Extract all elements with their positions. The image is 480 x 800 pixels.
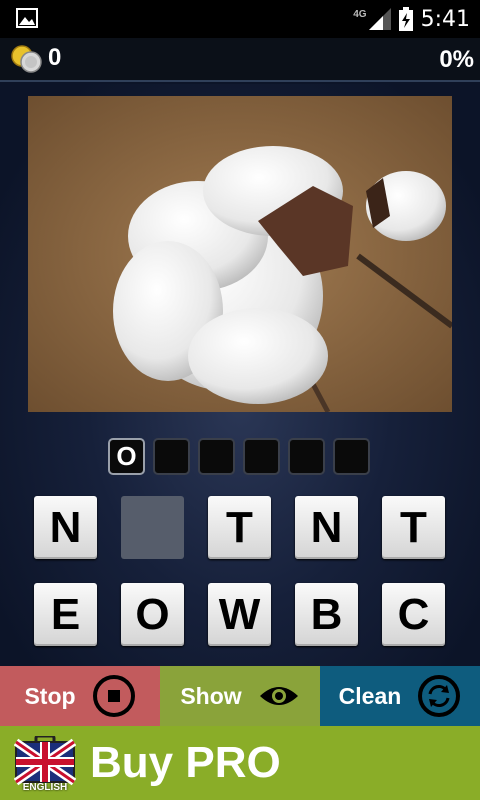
status-bar: 4G 5:41 bbox=[0, 0, 480, 38]
action-bar: Stop Show Clean bbox=[0, 666, 480, 726]
letter-tiles: N T N T E O W B C bbox=[34, 496, 446, 670]
image-icon bbox=[16, 8, 38, 28]
answer-slot[interactable] bbox=[243, 438, 280, 475]
letter-tile[interactable]: N bbox=[295, 496, 358, 559]
letter-row: E O W B C bbox=[34, 583, 446, 646]
refresh-icon bbox=[418, 675, 461, 717]
clean-button[interactable]: Clean bbox=[320, 666, 480, 726]
game-header: 0 0% bbox=[0, 38, 480, 82]
buy-pro-banner[interactable]: ENGLISH Buy PRO bbox=[0, 726, 480, 800]
letter-tile-used bbox=[121, 496, 184, 559]
battery-charging-icon bbox=[398, 7, 413, 31]
show-button[interactable]: Show bbox=[160, 666, 320, 726]
answer-slot[interactable] bbox=[153, 438, 190, 475]
progress-percent: 0% bbox=[439, 46, 474, 73]
language-selector[interactable]: ENGLISH bbox=[13, 734, 77, 796]
show-button-label: Show bbox=[180, 682, 242, 709]
letter-tile[interactable]: T bbox=[382, 496, 445, 559]
stop-circle-icon bbox=[92, 675, 135, 717]
letter-tile[interactable]: N bbox=[34, 496, 97, 559]
puzzle-photo bbox=[28, 96, 452, 412]
coins-icon bbox=[11, 45, 42, 73]
letter-tile[interactable]: O bbox=[121, 583, 184, 646]
puzzle-area: O N T N T E O W B C bbox=[0, 84, 480, 666]
clean-button-label: Clean bbox=[338, 682, 402, 709]
answer-slot[interactable]: O bbox=[108, 438, 145, 475]
letter-tile[interactable]: E bbox=[34, 583, 97, 646]
answer-slot[interactable] bbox=[288, 438, 325, 475]
letter-tile[interactable]: T bbox=[208, 496, 271, 559]
uk-flag-icon bbox=[13, 734, 77, 786]
buy-pro-label: Buy PRO bbox=[90, 738, 281, 787]
language-label: ENGLISH bbox=[22, 782, 68, 793]
coin-count: 0 bbox=[48, 44, 62, 71]
letter-row: N T N T bbox=[34, 496, 446, 559]
answer-slots: O bbox=[108, 438, 370, 475]
clock: 5:41 bbox=[420, 6, 470, 32]
letter-tile[interactable]: W bbox=[208, 583, 271, 646]
letter-tile[interactable]: C bbox=[382, 583, 445, 646]
eye-icon bbox=[259, 687, 298, 705]
signal-icon bbox=[368, 8, 391, 30]
answer-slot[interactable] bbox=[333, 438, 370, 475]
letter-tile[interactable]: B bbox=[295, 583, 358, 646]
stop-button[interactable]: Stop bbox=[0, 666, 160, 726]
network-type: 4G bbox=[353, 8, 367, 20]
stop-button-label: Stop bbox=[24, 682, 76, 709]
answer-slot[interactable] bbox=[198, 438, 235, 475]
